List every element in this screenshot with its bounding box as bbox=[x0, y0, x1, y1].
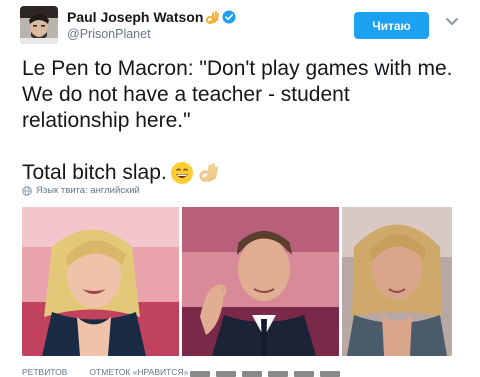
liker-avatar[interactable] bbox=[320, 371, 340, 377]
retweets-label[interactable]: РЕТВИТОВ bbox=[22, 367, 67, 377]
photo-le-pen-image bbox=[22, 207, 179, 356]
liker-avatar[interactable] bbox=[242, 371, 262, 377]
follow-button[interactable]: Читаю bbox=[354, 12, 429, 39]
author-avatar[interactable] bbox=[20, 6, 58, 44]
globe-icon bbox=[22, 185, 32, 196]
likes-label[interactable]: ОТМЕТОК «НРАВИТСЯ» bbox=[89, 367, 188, 377]
tweet-stats: РЕТВИТОВ ОТМЕТОК «НРАВИТСЯ» bbox=[22, 367, 188, 377]
tweet-text: Le Pen to Macron: "Don't play games with… bbox=[22, 56, 462, 186]
liker-avatar[interactable] bbox=[268, 371, 288, 377]
liker-avatar[interactable] bbox=[294, 371, 314, 377]
tweet-text-line-2: Total bitch slap. bbox=[22, 160, 462, 186]
tweet-language[interactable]: Язык твита: английский bbox=[22, 185, 140, 196]
photo-woman-image bbox=[342, 207, 452, 356]
photo-woman[interactable] bbox=[342, 207, 452, 356]
tweet-language-label: Язык твита: английский bbox=[36, 185, 140, 196]
photo-macron-image bbox=[182, 207, 339, 356]
liker-avatar[interactable] bbox=[216, 371, 236, 377]
liker-avatar[interactable] bbox=[190, 371, 210, 377]
verified-badge-icon bbox=[222, 10, 236, 24]
tweet-text-line-2-text: Total bitch slap. bbox=[22, 161, 167, 184]
tweet-media bbox=[22, 207, 452, 356]
grinning-face-icon bbox=[170, 162, 193, 184]
ok-hand-icon bbox=[199, 163, 218, 182]
tweet-header: Paul Joseph Watson @PrisonPlanet Читаю bbox=[20, 6, 460, 46]
chevron-down-icon[interactable] bbox=[445, 17, 459, 27]
tweet-text-line-1: Le Pen to Macron: "Don't play games with… bbox=[22, 57, 453, 132]
ok-hand-icon bbox=[206, 10, 220, 24]
photo-le-pen[interactable] bbox=[22, 207, 179, 356]
author-name-row[interactable]: Paul Joseph Watson bbox=[67, 9, 236, 25]
liker-avatars bbox=[190, 371, 340, 377]
author-name[interactable]: Paul Joseph Watson bbox=[67, 9, 203, 25]
photo-macron[interactable] bbox=[182, 207, 339, 356]
avatar-photo-icon bbox=[20, 6, 58, 44]
author-handle[interactable]: @PrisonPlanet bbox=[67, 27, 151, 41]
